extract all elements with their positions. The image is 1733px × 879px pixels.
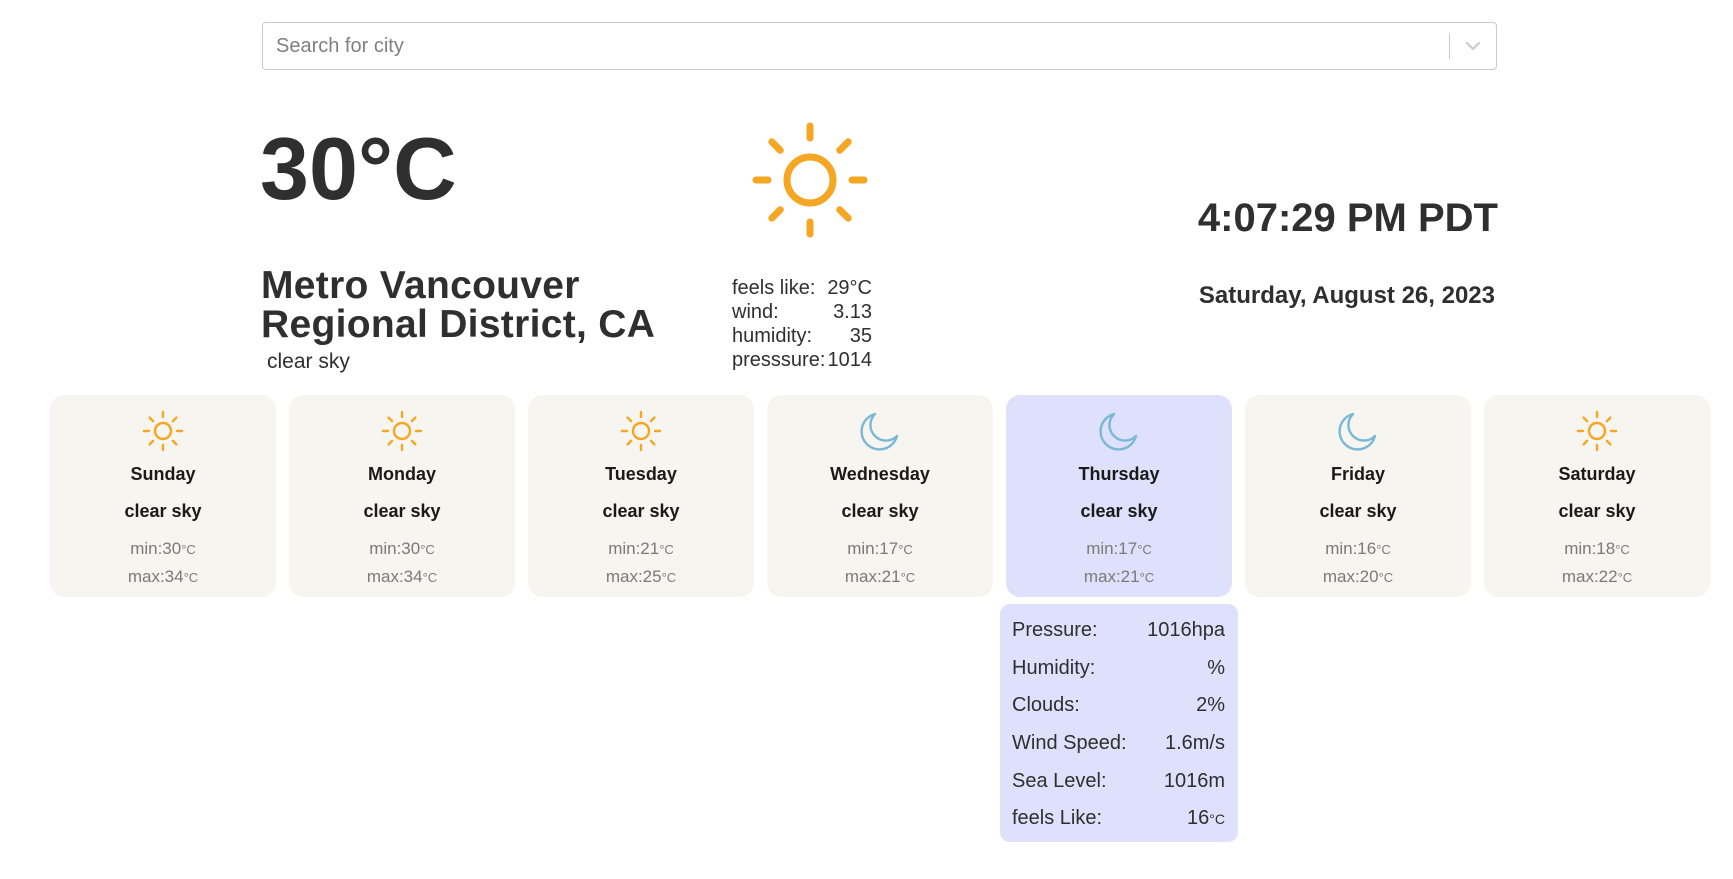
sun-icon (752, 122, 868, 238)
popup-value: 1016hpa (1147, 619, 1225, 642)
forecast-max: max:34°C (127, 567, 199, 586)
forecast-max: max:21°C (844, 567, 916, 586)
forecast-card-saturday[interactable]: Saturday clear sky min:18°C max:22°C (1484, 395, 1710, 597)
sun-icon (619, 409, 663, 453)
forecast-min: min:17°C (1086, 539, 1152, 558)
forecast-min: min:30°C (130, 539, 196, 558)
sun-icon (380, 409, 424, 453)
popup-label: Humidity: (1012, 656, 1096, 679)
sun-icon (141, 409, 185, 453)
popup-value: % (1207, 656, 1225, 679)
popup-label: Wind Speed: (1012, 732, 1127, 755)
forecast-description: clear sky (1319, 501, 1397, 521)
city-name-line: Regional District, CA (261, 303, 656, 346)
forecast-min: min:16°C (1325, 539, 1391, 558)
forecast-day: Friday (1330, 464, 1386, 484)
forecast-max: max:34°C (366, 567, 438, 586)
current-temperature: 30°C (260, 119, 457, 218)
forecast-card-friday[interactable]: Friday clear sky min:16°C max:20°C (1245, 395, 1471, 597)
moon-icon (858, 409, 902, 453)
forecast-max: max:25°C (605, 567, 677, 586)
detail-value: 29°C (827, 277, 872, 299)
detail-pressure: presssure: 1014 (732, 348, 872, 372)
forecast-description: clear sky (602, 501, 680, 521)
forecast-card-wednesday[interactable]: Wednesday clear sky min:17°C max:21°C (767, 395, 993, 597)
detail-label: humidity: (732, 325, 813, 347)
detail-wind: wind: 3.13 (732, 300, 872, 324)
detail-feels-like: feels like: 29°C (732, 276, 872, 300)
detail-humidity: humidity: 35 (732, 324, 872, 348)
forecast-detail-popup: Pressure: 1016hpa Humidity: % Clouds: 2%… (1000, 604, 1238, 842)
current-details: feels like: 29°C wind: 3.13 humidity: 35… (732, 276, 872, 372)
forecast-day: Wednesday (830, 464, 930, 484)
forecast-max: max:21°C (1083, 567, 1155, 586)
forecast-day: Monday (367, 464, 436, 484)
popup-value: 2% (1196, 694, 1225, 717)
detail-label: presssure: (732, 349, 826, 371)
popup-value: 1.6m/s (1164, 732, 1225, 755)
weather-description: clear sky (267, 350, 350, 373)
forecast-card-monday[interactable]: Monday clear sky min:30°C max:34°C (289, 395, 515, 597)
forecast-description: clear sky (1080, 501, 1158, 521)
popup-row-clouds: Clouds: 2% (1012, 687, 1225, 725)
city-name-line: Metro Vancouver (261, 264, 580, 307)
forecast-card-tuesday[interactable]: Tuesday clear sky min:21°C max:25°C (528, 395, 754, 597)
local-date: Saturday, August 26, 2023 (1198, 282, 1495, 309)
detail-label: feels like: (732, 277, 816, 299)
sun-icon (1575, 409, 1619, 453)
local-time: 4:07:29 PM PDT (1197, 196, 1498, 240)
detail-value: 35 (849, 325, 872, 347)
forecast-max: max:20°C (1322, 567, 1394, 586)
forecast-description: clear sky (841, 501, 919, 521)
forecast-max: max:22°C (1561, 567, 1633, 586)
city-search[interactable] (262, 22, 1497, 70)
forecast-card-thursday[interactable]: Thursday clear sky min:17°C max:21°C (1006, 395, 1232, 597)
forecast-min: min:21°C (608, 539, 674, 558)
popup-value: 1016m (1163, 769, 1225, 792)
chevron-down-icon[interactable] (1450, 23, 1496, 69)
popup-label: Clouds: (1012, 694, 1080, 717)
forecast-card-sunday[interactable]: Sunday clear sky min:30°C max:34°C (50, 395, 276, 597)
detail-value: 3.13 (833, 301, 872, 323)
forecast-min: min:18°C (1564, 539, 1630, 558)
forecast-day: Sunday (130, 464, 196, 484)
popup-row-sea-level: Sea Level: 1016m (1012, 762, 1225, 800)
moon-icon (1097, 409, 1141, 453)
forecast-description: clear sky (1558, 501, 1636, 521)
city-name: Metro Vancouver Regional District, CA (261, 266, 655, 344)
popup-label: feels Like: (1012, 807, 1103, 830)
forecast-day: Thursday (1078, 464, 1160, 484)
forecast-day: Saturday (1558, 464, 1636, 484)
forecast-description: clear sky (363, 501, 441, 521)
popup-row-humidity: Humidity: % (1012, 650, 1225, 688)
forecast-min: min:17°C (847, 539, 913, 558)
detail-label: wind: (732, 301, 779, 323)
search-input[interactable] (263, 23, 1449, 69)
moon-icon (1336, 409, 1380, 453)
forecast-list: Sunday clear sky min:30°C max:34°C Monda… (50, 395, 1710, 597)
popup-row-pressure: Pressure: 1016hpa (1012, 612, 1225, 650)
forecast-min: min:30°C (369, 539, 435, 558)
popup-label: Sea Level: (1012, 769, 1107, 792)
detail-value: 1014 (827, 349, 873, 371)
forecast-description: clear sky (124, 501, 202, 521)
popup-row-feels-like: feels Like: 16°C (1012, 800, 1225, 838)
popup-label: Pressure: (1012, 619, 1098, 642)
popup-row-wind-speed: Wind Speed: 1.6m/s (1012, 725, 1225, 763)
popup-value: 16°C (1187, 807, 1225, 830)
forecast-day: Tuesday (605, 464, 677, 484)
